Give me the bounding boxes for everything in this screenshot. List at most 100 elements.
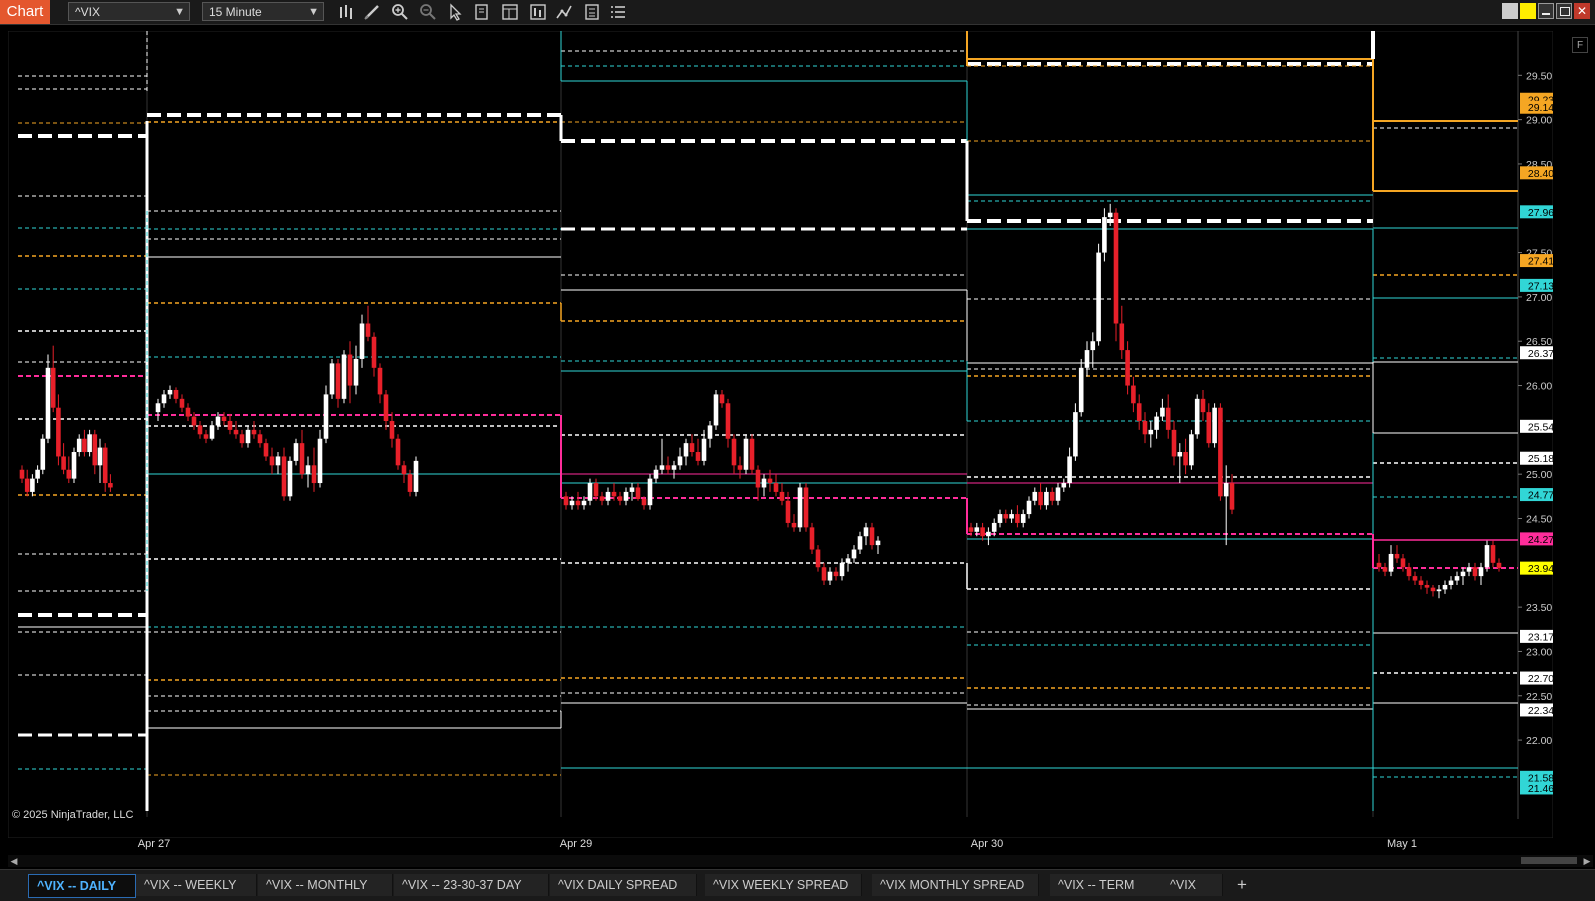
chart-panel[interactable]: 29.50 29.00 28.50 27.50 27.00 26.50 26.00 25.00… <box>8 31 1553 838</box>
candle-body <box>974 527 980 532</box>
tab-vix-term[interactable]: ^VIX -- TERM <box>1050 874 1167 896</box>
tab-vix-daily-spread[interactable]: ^VIX DAILY SPREAD <box>550 874 697 896</box>
candle-body <box>275 456 281 466</box>
candle-body <box>1015 514 1020 523</box>
add-tab-icon[interactable]: + <box>1232 874 1252 896</box>
candle-body <box>1189 434 1194 466</box>
candle-body <box>299 443 305 475</box>
scroll-thumb[interactable] <box>1521 857 1577 864</box>
pointer-icon[interactable] <box>446 2 466 22</box>
scroll-left-icon[interactable]: ◀ <box>8 855 20 867</box>
candle-body <box>97 447 103 466</box>
tab-vix-daily[interactable]: ^VIX -- DAILY <box>28 874 136 898</box>
zoom-in-icon[interactable] <box>390 2 410 22</box>
candle-body <box>1412 576 1418 581</box>
tab-vix[interactable]: ^VIX <box>1162 874 1223 896</box>
candle-body <box>263 443 269 457</box>
chart-properties-icon[interactable] <box>500 2 520 22</box>
candle-body <box>329 363 335 395</box>
candle-body <box>209 425 215 439</box>
candle-body <box>815 549 821 568</box>
drawing-tool-icon[interactable] <box>362 2 382 22</box>
y-axis-label: 22.00 <box>1526 735 1552 747</box>
candle-body <box>839 562 845 577</box>
candle-body <box>221 416 227 421</box>
zoom-out-icon[interactable] <box>418 2 438 22</box>
candle-body <box>1194 398 1200 435</box>
price-marker-label: 24.77 <box>1528 490 1553 502</box>
instrument-selector[interactable]: ^VIX ▼ <box>68 2 190 21</box>
interval-selector[interactable]: 15 Minute ▼ <box>202 2 324 21</box>
link-color-icon[interactable] <box>1520 3 1536 19</box>
candle-body <box>305 465 311 475</box>
price-marker-label: 27.96 <box>1528 207 1553 219</box>
x-axis-label: Apr 29 <box>559 838 593 850</box>
candle-body <box>803 487 809 528</box>
price-marker-label: 27.41 <box>1528 256 1553 268</box>
tab-vix-weekly[interactable]: ^VIX -- WEEKLY <box>136 874 257 896</box>
candle-body <box>1430 587 1436 592</box>
candle-body <box>197 425 203 435</box>
candle-body <box>1218 407 1223 497</box>
candle-body <box>1171 429 1177 457</box>
tab-vix-monthly-spread[interactable]: ^VIX MONTHLY SPREAD <box>872 874 1039 896</box>
tab-vix-monthly[interactable]: ^VIX -- MONTHLY <box>258 874 393 896</box>
candle-body <box>1113 212 1119 324</box>
tab-vix-day[interactable]: ^VIX -- 23-30-37 DAY <box>394 874 549 896</box>
candle-body <box>683 443 689 457</box>
interval-value: 15 Minute <box>209 5 262 19</box>
copyright-text: © 2025 NinjaTrader, LLC <box>12 809 134 821</box>
candle-body <box>587 483 593 501</box>
y-axis-label: 25.00 <box>1526 469 1552 481</box>
close-icon[interactable]: ✕ <box>1574 3 1590 19</box>
bar-style-icon[interactable] <box>336 2 356 22</box>
tile-window-icon[interactable] <box>1502 3 1518 19</box>
candle-body <box>1044 491 1049 506</box>
price-chart[interactable]: 29.5029.0028.5027.5027.0026.5026.0025.00… <box>8 31 1553 838</box>
candle-body <box>287 460 293 497</box>
candle-body <box>1084 350 1090 368</box>
candle-body <box>671 465 677 470</box>
candle-body <box>857 536 863 550</box>
chevron-down-icon: ▼ <box>308 6 319 18</box>
candle-body <box>30 478 35 492</box>
calculator-icon[interactable] <box>582 2 602 22</box>
candle-body <box>395 438 401 466</box>
candle-body <box>713 394 719 426</box>
horizontal-scrollbar[interactable]: ◀ ▶ <box>8 855 1593 867</box>
candle-body <box>695 452 701 461</box>
maximize-icon[interactable] <box>1556 3 1572 19</box>
minimize-icon[interactable] <box>1538 3 1554 19</box>
list-icon[interactable] <box>608 2 628 22</box>
tab-vix-weekly-spread[interactable]: ^VIX WEEKLY SPREAD <box>705 874 862 896</box>
candle-body <box>875 540 881 546</box>
candle-body <box>1119 323 1125 351</box>
candle-body <box>767 478 773 484</box>
candle-body <box>797 487 803 528</box>
candle-body <box>1418 580 1424 585</box>
candle-body <box>1460 571 1466 577</box>
candle-body <box>749 438 755 470</box>
candle-body <box>1382 567 1388 572</box>
candle-body <box>707 425 713 439</box>
candle-body <box>980 527 985 537</box>
candle-body <box>341 354 347 399</box>
indicators-icon[interactable] <box>528 2 548 22</box>
candle-body <box>1165 407 1171 430</box>
candle-body <box>1003 514 1009 519</box>
candle-body <box>371 336 377 368</box>
candle-body <box>1061 483 1067 488</box>
scroll-right-icon[interactable]: ▶ <box>1581 855 1593 867</box>
candle-body <box>761 478 767 488</box>
candle-body <box>1073 412 1078 457</box>
candle-body <box>1026 500 1032 515</box>
candle-body <box>269 456 275 466</box>
candle-body <box>1442 584 1448 590</box>
f-button[interactable]: F <box>1572 37 1588 53</box>
chart-window-tab[interactable]: Chart <box>0 0 50 24</box>
strategies-icon[interactable] <box>554 2 574 22</box>
data-box-icon[interactable] <box>472 2 492 22</box>
candle-body <box>1200 398 1206 413</box>
candle-body <box>1107 212 1113 218</box>
candle-body <box>245 429 251 444</box>
